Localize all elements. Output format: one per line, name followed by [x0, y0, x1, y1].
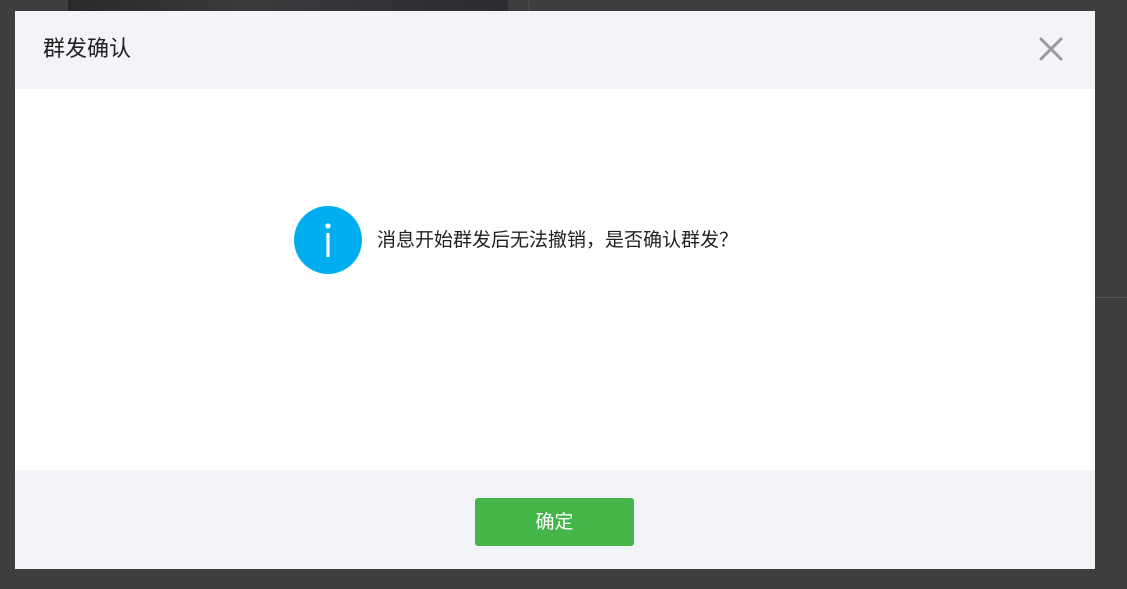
- confirm-button[interactable]: 确定: [475, 498, 634, 546]
- dialog-body: 消息开始群发后无法撤销，是否确认群发？: [15, 89, 1095, 470]
- info-icon: [294, 206, 362, 274]
- dialog-footer: 确定: [15, 470, 1095, 569]
- confirm-message: 消息开始群发后无法撤销，是否确认群发？: [377, 229, 739, 251]
- confirm-dialog: 群发确认 消息开始群发后无法撤销，是否确认群发？ 确定: [15, 11, 1095, 569]
- background-divider: [1095, 297, 1127, 298]
- dialog-header: 群发确认: [15, 11, 1095, 89]
- close-icon: [1039, 37, 1063, 61]
- dialog-title: 群发确认: [43, 37, 132, 62]
- close-button[interactable]: [1035, 33, 1067, 65]
